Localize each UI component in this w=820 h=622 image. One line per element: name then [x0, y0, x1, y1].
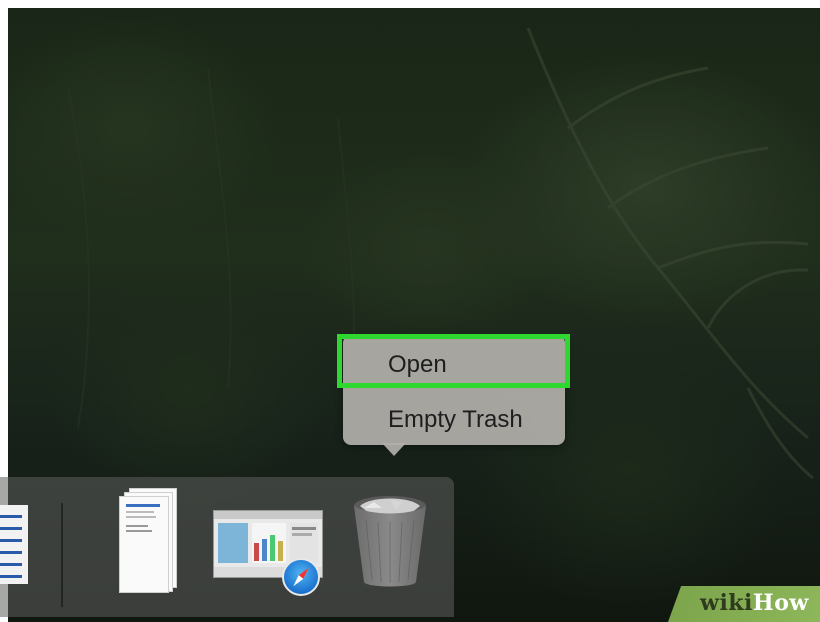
watermark-suffix: How: [752, 590, 809, 616]
watermark-logo: wikiHow: [700, 590, 809, 616]
watermark-prefix: wiki: [700, 590, 753, 616]
menu-item-empty-trash[interactable]: Empty Trash: [343, 398, 565, 442]
dock-divider: [61, 503, 63, 607]
menu-pointer: [382, 443, 406, 456]
trash-icon[interactable]: [350, 490, 430, 590]
safari-compass-icon[interactable]: [282, 558, 320, 596]
document-icon[interactable]: [0, 505, 28, 584]
document-stack-icon[interactable]: [119, 488, 177, 593]
trash-context-menu: Open Empty Trash: [343, 335, 565, 445]
menu-item-open[interactable]: Open: [343, 343, 565, 387]
